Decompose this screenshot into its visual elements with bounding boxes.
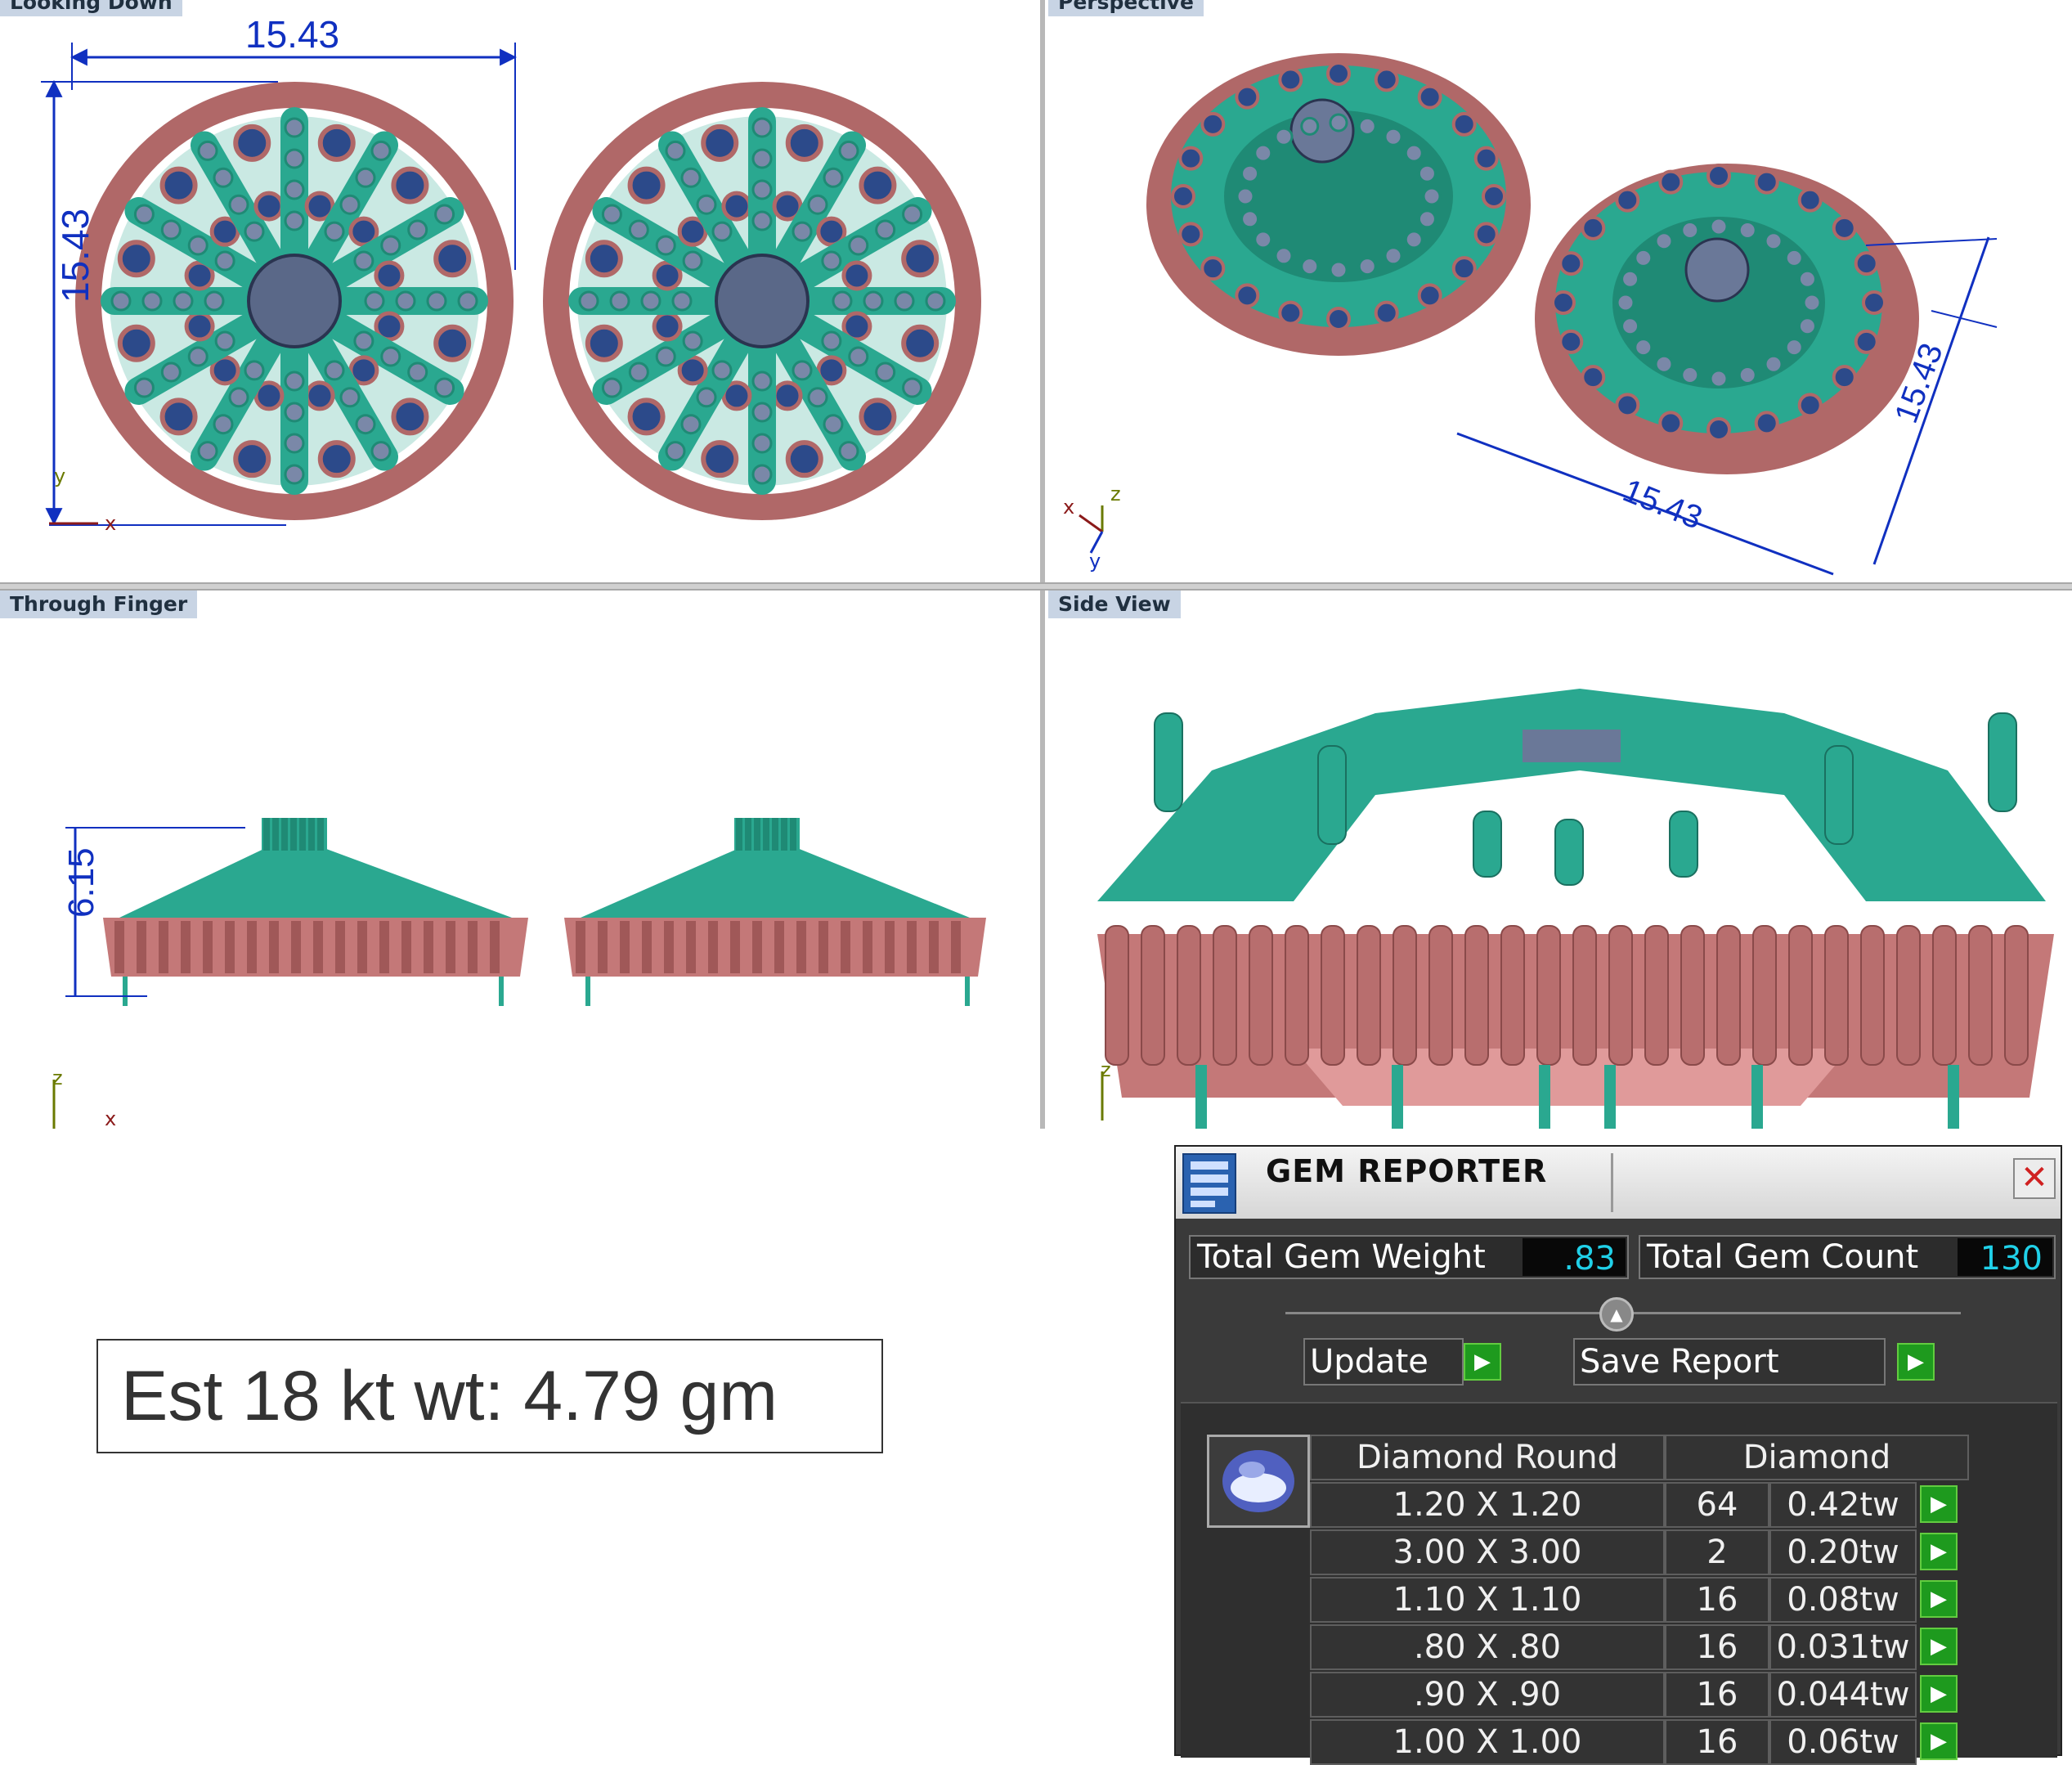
save-report-go-icon[interactable]: ▶ [1897, 1343, 1935, 1381]
axis-x-label: x [105, 512, 116, 535]
dim-a-label: 15.43 [1618, 473, 1707, 537]
dim-vertical-label: 15.43 [54, 209, 96, 303]
viewport-splitter-horizontal[interactable] [0, 582, 2072, 591]
viewport-side-view[interactable]: Side View z [1048, 591, 2072, 1129]
gem-size-cell: 1.00 X 1.00 [1310, 1719, 1665, 1765]
total-gem-count-value: 130 [1958, 1238, 2052, 1278]
axis-y-label: y [54, 465, 65, 487]
axis-y-label: y [1089, 550, 1101, 573]
side-view-canvas: z [1097, 689, 2054, 1129]
viewport-looking-down[interactable]: Looking Down 15.43 15.43 y x [0, 0, 1040, 582]
gem-weight-cell: 0.031tw [1769, 1624, 1917, 1670]
gem-size-cell: 1.20 X 1.20 [1310, 1482, 1665, 1528]
header-material: Diamond [1665, 1435, 1969, 1480]
viewport-perspective[interactable]: Perspective 15.43 15.43 x z y [1048, 0, 2072, 582]
gem-weight-cell: 0.42tw [1769, 1482, 1917, 1528]
gem-weight-cell: 0.20tw [1769, 1529, 1917, 1575]
viewport-label[interactable]: Perspective [1048, 0, 1204, 16]
row-go-icon[interactable]: ▶ [1920, 1675, 1958, 1713]
gem-reporter-titlebar[interactable]: GEM REPORTER ✕ [1176, 1147, 2061, 1219]
earring-side-left [103, 818, 528, 1006]
gem-weight-cell: 0.08tw [1769, 1577, 1917, 1623]
gem-size-cell: .90 X .90 [1310, 1672, 1665, 1718]
total-gem-count-field: Total Gem Count 130 [1639, 1235, 2056, 1279]
viewport-label[interactable]: Looking Down [0, 0, 182, 16]
total-gem-weight-label: Total Gem Weight [1197, 1238, 1486, 1276]
axis-x-label: x [1063, 496, 1074, 519]
axis-z-label: z [52, 1067, 63, 1089]
gem-count-cell: 2 [1665, 1529, 1769, 1575]
save-report-button[interactable]: Save Report [1573, 1338, 1886, 1386]
gem-table: Diamond Round Diamond 1.20 X 1.20 64 0.42t… [1181, 1402, 2057, 1765]
viewport-splitter-vertical[interactable] [1040, 0, 1045, 1129]
row-go-icon[interactable]: ▶ [1920, 1485, 1958, 1523]
update-button-label: Update [1310, 1343, 1428, 1381]
total-gem-count-label: Total Gem Count [1647, 1238, 1919, 1276]
gem-count-cell: 16 [1665, 1719, 1769, 1765]
total-gem-weight-field: Total Gem Weight .83 [1189, 1235, 1629, 1279]
update-go-icon[interactable]: ▶ [1464, 1343, 1501, 1381]
gem-count-cell: 16 [1665, 1672, 1769, 1718]
axis-x-label: x [105, 1107, 116, 1129]
header-shape: Diamond Round [1310, 1435, 1665, 1480]
save-report-button-label: Save Report [1580, 1343, 1779, 1381]
gem-size-cell: 3.00 X 3.00 [1310, 1529, 1665, 1575]
axis-z-label: z [1110, 483, 1121, 505]
total-gem-weight-value: .83 [1523, 1238, 1626, 1278]
close-icon[interactable]: ✕ [2013, 1158, 2056, 1199]
viewport-through-finger[interactable]: Through Finger 6.15 z x [0, 591, 1040, 1129]
perspective-canvas: 15.43 15.43 x z y [1063, 53, 1998, 576]
collapse-toggle-icon[interactable]: ▲ [1599, 1297, 1634, 1332]
gem-size-cell: 1.10 X 1.10 [1310, 1577, 1665, 1623]
gem-reporter-panel: GEM REPORTER ✕ Total Gem Weight .83 Tota… [1174, 1145, 2062, 1765]
gem-count-cell: 64 [1665, 1482, 1769, 1528]
titlebar-separator [1611, 1153, 1613, 1212]
gem-weight-cell: 0.044tw [1769, 1672, 1917, 1718]
looking-down-canvas: 15.43 15.43 y x [41, 13, 981, 535]
gem-size-cell: .80 X .80 [1310, 1624, 1665, 1670]
row-go-icon[interactable]: ▶ [1920, 1580, 1958, 1618]
dim-height-label: 6.15 [61, 847, 101, 918]
row-go-icon[interactable]: ▶ [1920, 1722, 1958, 1760]
gem-weight-cell: 0.06tw [1769, 1719, 1917, 1765]
through-finger-canvas: 6.15 z x [52, 818, 986, 1129]
estimated-weight-box: Est 18 kt wt: 4.79 gm [96, 1339, 883, 1453]
axis-z-label: z [1101, 1058, 1111, 1081]
update-button[interactable]: Update [1303, 1338, 1464, 1386]
row-go-icon[interactable]: ▶ [1920, 1628, 1958, 1665]
diamond-round-icon [1207, 1435, 1310, 1528]
viewport-label[interactable]: Side View [1048, 591, 1181, 618]
row-go-icon[interactable]: ▶ [1920, 1533, 1958, 1570]
gem-count-cell: 16 [1665, 1624, 1769, 1670]
gem-reporter-title: GEM REPORTER [1266, 1153, 1548, 1189]
gem-reporter-app-icon [1182, 1153, 1236, 1214]
gem-count-cell: 16 [1665, 1577, 1769, 1623]
dim-horizontal-label: 15.43 [245, 13, 339, 56]
viewport-label[interactable]: Through Finger [0, 591, 198, 618]
